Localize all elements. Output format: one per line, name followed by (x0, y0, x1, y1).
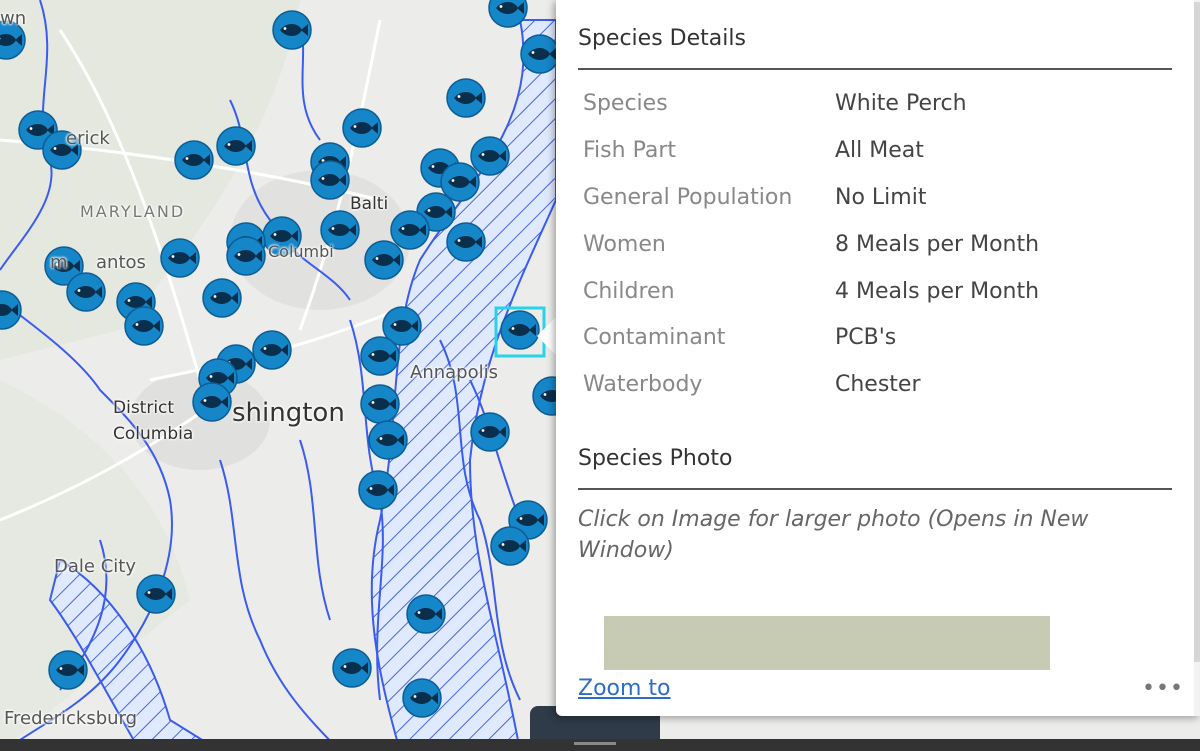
species-popup: Species Details Species White Perch Fish… (556, 0, 1200, 716)
detail-row: Contaminant PCB's (583, 324, 1173, 371)
place-label: Columbi (268, 242, 334, 261)
place-label: Fredericksburg (4, 708, 138, 729)
popup-pointer (537, 316, 557, 356)
selected-fish-icon[interactable] (500, 310, 540, 350)
species-details-title: Species Details (578, 26, 746, 51)
place-label: District (113, 398, 175, 418)
scrollbar-thumb[interactable] (1194, 2, 1200, 662)
detail-row: General Population No Limit (583, 184, 1173, 231)
detail-key: Species (583, 91, 668, 116)
detail-value: All Meat (835, 138, 924, 163)
place-label: antos (96, 252, 146, 273)
detail-key: Children (583, 279, 675, 304)
detail-key: Waterbody (583, 372, 703, 397)
place-label: wn (0, 8, 27, 29)
detail-row: Waterbody Chester (583, 371, 1173, 418)
place-label: Dale City (54, 556, 136, 577)
detail-value: Chester (835, 372, 921, 397)
place-label: m (50, 252, 68, 273)
detail-key: Contaminant (583, 325, 726, 350)
detail-value: 8 Meals per Month (835, 232, 1040, 257)
detail-row: Species White Perch (583, 90, 1173, 137)
detail-value: No Limit (835, 185, 927, 210)
bottom-bar (0, 739, 1200, 751)
species-photo-title: Species Photo (578, 446, 733, 471)
place-label: Annapolis (410, 362, 498, 383)
photo-hint: Click on Image for larger photo (Opens i… (578, 507, 1089, 563)
detail-value: White Perch (835, 91, 967, 116)
more-options-button[interactable]: ••• (1142, 676, 1184, 701)
place-label: Columbia (113, 424, 194, 444)
detail-row: Women 8 Meals per Month (583, 231, 1173, 278)
divider (578, 488, 1172, 490)
detail-key: Women (583, 232, 666, 257)
detail-value: 4 Meals per Month (835, 279, 1040, 304)
place-label-state: MARYLAND (80, 202, 186, 221)
place-label: Balti (350, 194, 389, 214)
detail-key: Fish Part (583, 138, 676, 163)
panel-resize-handle[interactable] (574, 742, 616, 745)
detail-row: Children 4 Meals per Month (583, 278, 1173, 325)
detail-value: PCB's (835, 325, 897, 350)
place-label-city: shington (232, 398, 345, 428)
detail-row: Fish Part All Meat (583, 137, 1173, 184)
zoom-to-link[interactable]: Zoom to (578, 676, 671, 701)
place-label: erick (66, 128, 110, 149)
detail-key: General Population (583, 185, 793, 210)
divider (578, 68, 1172, 70)
popup-scrollbar[interactable] (1194, 0, 1200, 716)
species-photo[interactable] (604, 616, 1050, 670)
